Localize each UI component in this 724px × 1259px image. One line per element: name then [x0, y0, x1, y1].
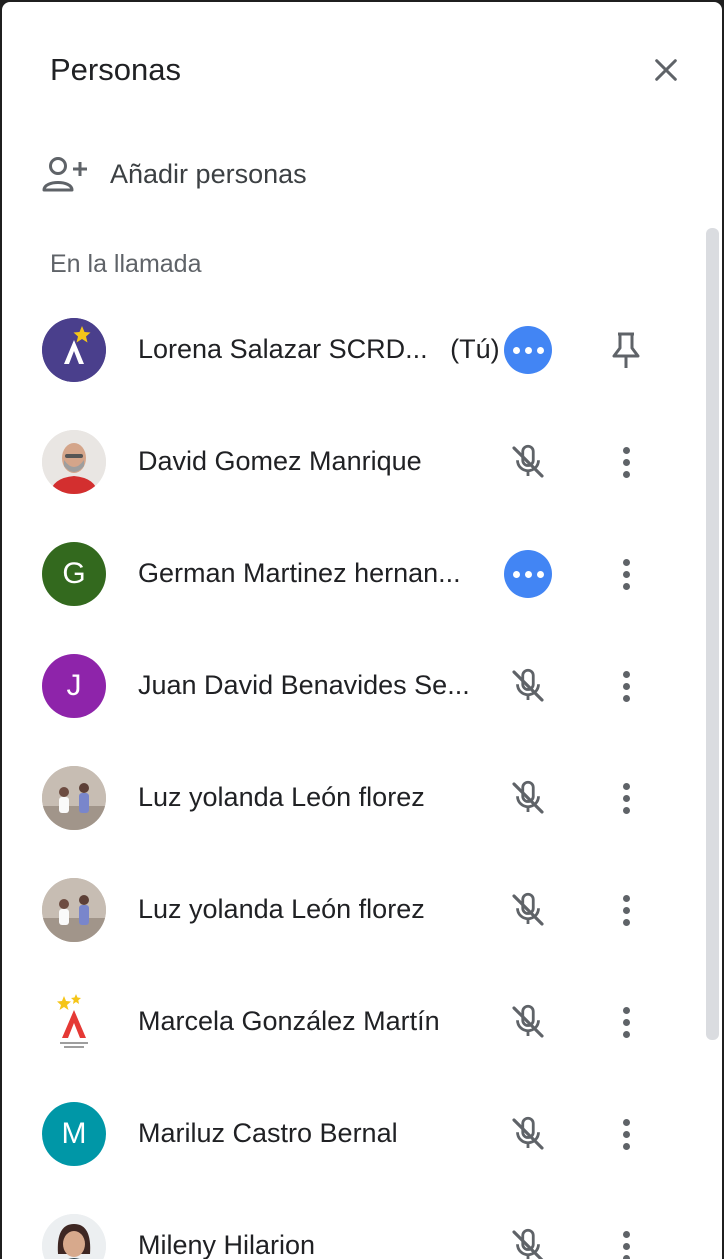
participant-name: David Gomez Manrique [138, 446, 422, 476]
you-label: (Tú) [450, 334, 500, 364]
participant-name: Mileny Hilarion [138, 1230, 316, 1259]
add-people-label: Añadir personas [110, 158, 307, 189]
avatar: G [42, 542, 106, 606]
participant-row[interactable]: Luz yolanda León florez [2, 740, 702, 852]
more-options-button[interactable] [600, 436, 652, 488]
more-vert-icon [622, 670, 630, 702]
more-vert-icon [622, 1118, 630, 1150]
participant-name: German Martinez hernan... [138, 558, 461, 588]
mic-off-icon [502, 884, 554, 936]
mic-off-icon [502, 996, 554, 1048]
participant-name: Luz yolanda León florez [138, 894, 425, 924]
avatar [42, 430, 106, 494]
more-options-button[interactable] [600, 884, 652, 936]
participant-row[interactable]: M Mariluz Castro Bernal [2, 1076, 702, 1188]
mic-off-icon [502, 436, 554, 488]
mic-off-icon [502, 772, 554, 824]
more-vert-icon [622, 1230, 630, 1259]
speaking-indicator-icon [502, 548, 554, 600]
more-vert-icon [622, 446, 630, 478]
scrollbar[interactable] [706, 228, 719, 1040]
people-panel: Personas Añadir personas En la llamada L… [2, 2, 722, 1259]
mic-off-icon [502, 1220, 554, 1259]
more-vert-icon [622, 894, 630, 926]
more-options-button[interactable] [600, 548, 652, 600]
participant-row[interactable]: Lorena Salazar SCRD... (Tú) [2, 292, 702, 404]
close-icon [655, 59, 677, 81]
more-options-button[interactable] [600, 1220, 652, 1259]
in-call-section-label: En la llamada [50, 250, 202, 278]
participant-row[interactable]: Mileny Hilarion [2, 1188, 702, 1259]
participant-name: Juan David Benavides Se... [138, 670, 470, 700]
participant-row[interactable]: G German Martinez hernan... [2, 516, 702, 628]
speaking-indicator-icon [502, 324, 554, 376]
participant-row[interactable]: Marcela González Martín [2, 964, 702, 1076]
more-vert-icon [622, 782, 630, 814]
close-button[interactable] [642, 46, 690, 94]
participant-name: Mariluz Castro Bernal [138, 1118, 398, 1148]
avatar [42, 1214, 106, 1259]
mic-off-icon [502, 1108, 554, 1160]
add-people-button[interactable]: Añadir personas [40, 148, 307, 200]
more-options-button[interactable] [600, 660, 652, 712]
more-vert-icon [622, 1006, 630, 1038]
participant-name: Lorena Salazar SCRD... (Tú) [138, 334, 500, 364]
pin-button[interactable] [600, 324, 652, 376]
avatar [42, 878, 106, 942]
avatar: J [42, 654, 106, 718]
avatar [42, 318, 106, 382]
person-add-icon [40, 154, 92, 194]
more-options-button[interactable] [600, 996, 652, 1048]
panel-title: Personas [50, 52, 181, 87]
avatar [42, 766, 106, 830]
avatar: M [42, 1102, 106, 1166]
more-vert-icon [622, 558, 630, 590]
more-options-button[interactable] [600, 772, 652, 824]
pin-icon [612, 332, 640, 368]
participant-name: Luz yolanda León florez [138, 782, 425, 812]
participant-row[interactable]: J Juan David Benavides Se... [2, 628, 702, 740]
mic-off-icon [502, 660, 554, 712]
participant-name: Marcela González Martín [138, 1006, 440, 1036]
participant-row[interactable]: David Gomez Manrique [2, 404, 702, 516]
more-options-button[interactable] [600, 1108, 652, 1160]
avatar [42, 990, 106, 1054]
participant-row[interactable]: Luz yolanda León florez [2, 852, 702, 964]
